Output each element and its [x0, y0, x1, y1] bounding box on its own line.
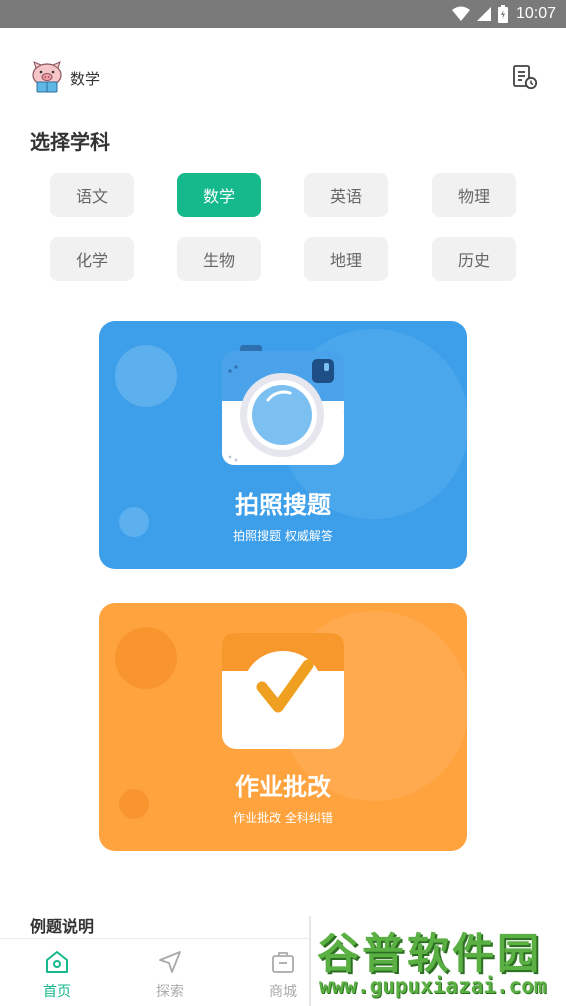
camera-icon	[222, 345, 344, 465]
status-bar: 10:07	[0, 0, 566, 28]
pig-avatar-icon[interactable]	[30, 60, 64, 94]
homework-check-title: 作业批改	[235, 773, 331, 801]
subject-english[interactable]: 英语	[304, 173, 388, 217]
subject-geography[interactable]: 地理	[304, 237, 388, 281]
photo-search-subtitle: 拍照搜题 权威解答	[233, 529, 333, 543]
subject-biology[interactable]: 生物	[177, 237, 261, 281]
history-record-icon[interactable]	[512, 64, 538, 90]
watermark-url: www.gupuxiazai.com	[319, 974, 547, 998]
home-icon	[46, 951, 68, 973]
photo-search-card[interactable]: 拍照搜题 拍照搜题 权威解答	[99, 321, 467, 569]
current-subject-label[interactable]: 数学	[70, 68, 100, 89]
shop-bag-icon	[272, 952, 294, 973]
decor-circle	[115, 345, 177, 407]
nav-shop[interactable]: 商城	[253, 949, 313, 1003]
homework-check-card[interactable]: 作业批改 作业批改 全科纠错	[99, 603, 467, 851]
subject-chemistry[interactable]: 化学	[50, 237, 134, 281]
battery-icon	[497, 5, 508, 23]
subject-physics[interactable]: 物理	[432, 173, 516, 217]
select-subject-title: 选择学科	[30, 130, 110, 154]
decor-circle	[115, 627, 177, 689]
checkmark-icon	[222, 633, 344, 749]
nav-home-label: 首页	[43, 984, 71, 1000]
nav-shop-label: 商城	[269, 984, 297, 1000]
watermark-title: 谷普软件园	[317, 929, 543, 978]
photo-search-title: 拍照搜题	[235, 491, 331, 519]
example-explanation-title: 例题说明	[30, 917, 95, 936]
nav-home[interactable]: 首页	[27, 949, 87, 1003]
site-watermark: 谷普软件园 www.gupuxiazai.com	[309, 916, 566, 1006]
app-header: 数学	[0, 28, 566, 120]
subject-math[interactable]: 数学	[177, 173, 261, 217]
status-icons	[451, 5, 508, 23]
nav-explore[interactable]: 探索	[140, 949, 200, 1003]
homework-check-subtitle: 作业批改 全科纠错	[233, 811, 333, 825]
signal-icon	[476, 7, 491, 21]
subject-history[interactable]: 历史	[432, 237, 516, 281]
wifi-icon	[451, 6, 470, 21]
navigation-arrow-icon	[159, 951, 181, 973]
subject-chinese[interactable]: 语文	[50, 173, 134, 217]
nav-explore-label: 探索	[156, 984, 184, 1000]
status-time: 10:07	[515, 5, 556, 22]
